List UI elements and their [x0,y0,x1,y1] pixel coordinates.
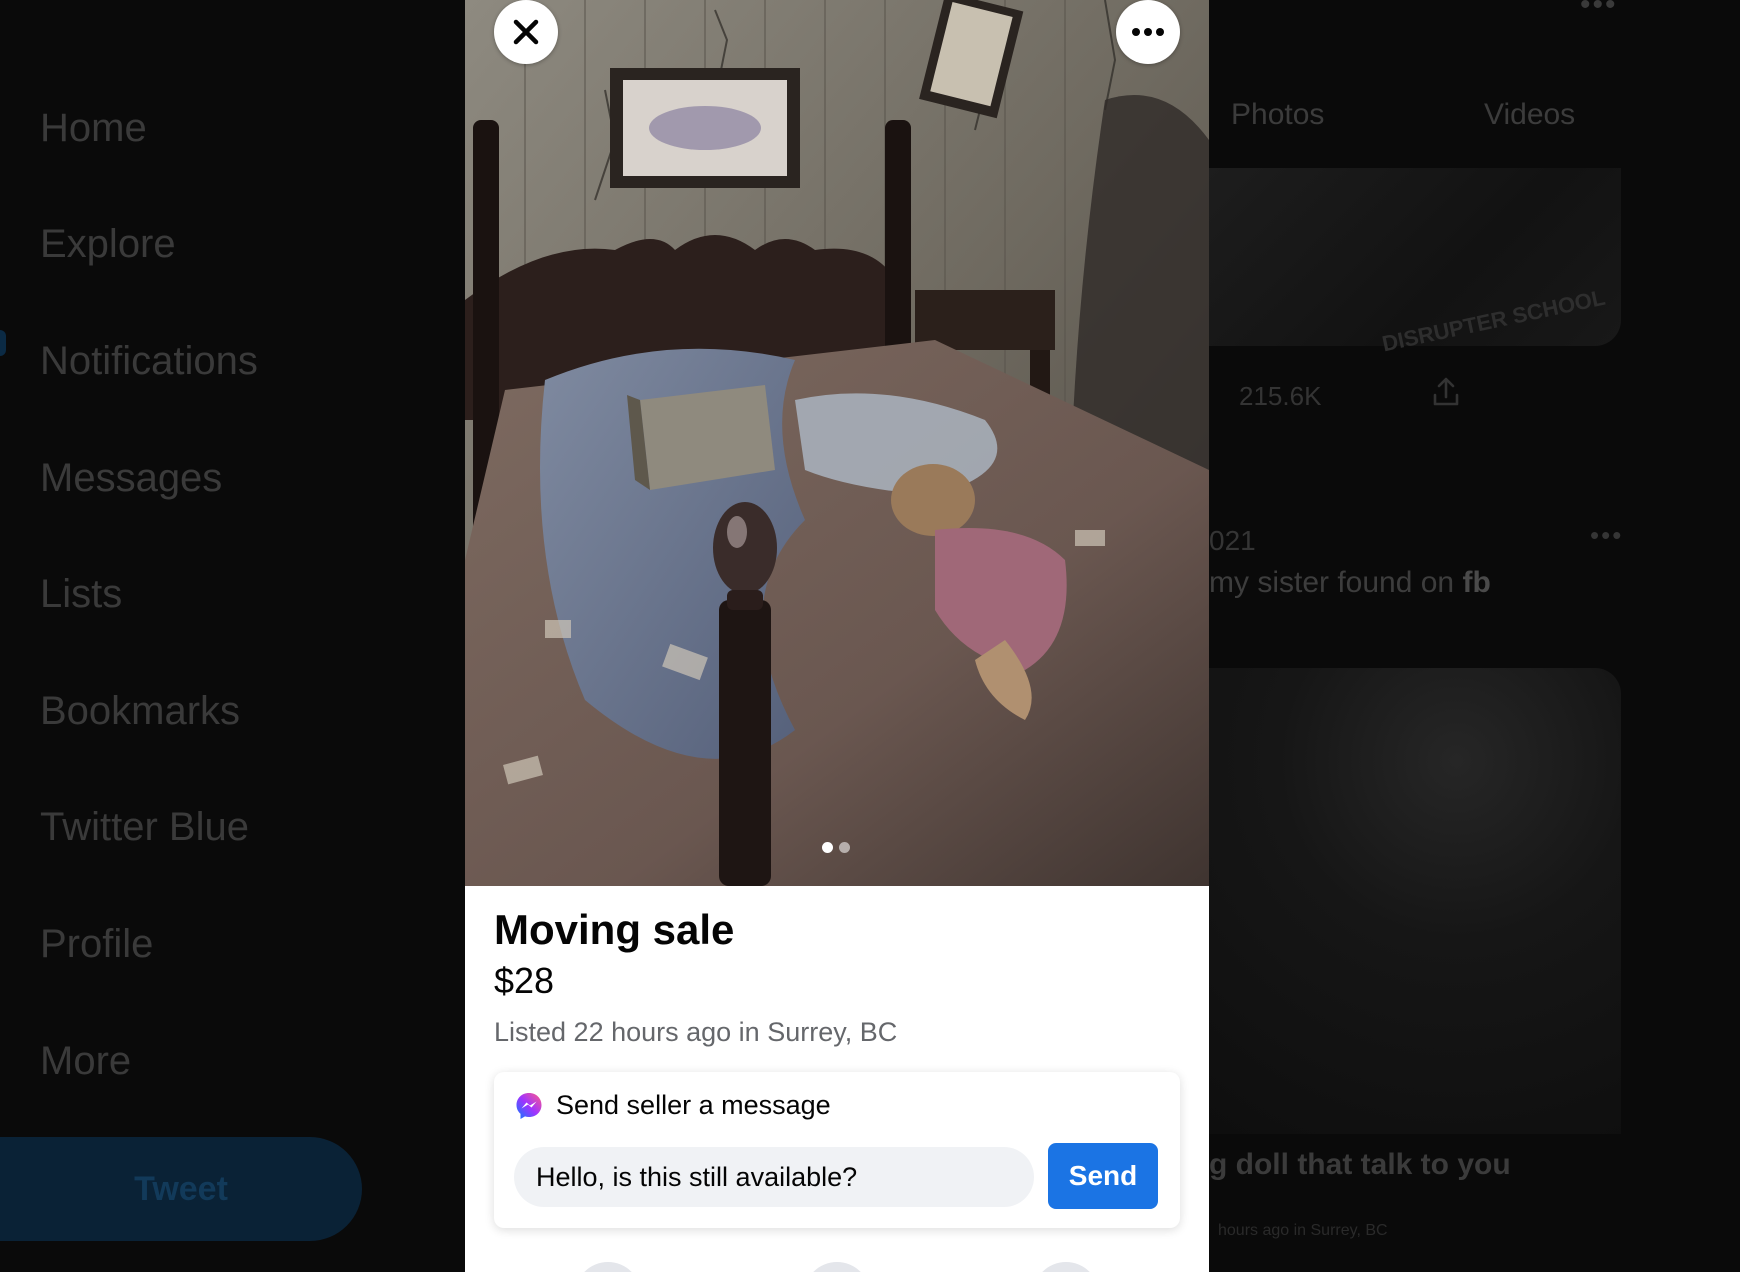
post-text-bold: fb [1462,566,1491,599]
message-heading: Send seller a message [514,1090,831,1121]
view-count: 215.6K [1239,381,1322,411]
more-options-button[interactable] [1116,0,1180,64]
close-icon [513,19,539,45]
nav-item-lists[interactable]: Lists [40,572,122,617]
messenger-icon [516,1092,542,1119]
header-more-icon[interactable]: ••• [1580,0,1618,22]
card-subtitle: hours ago in Surrey, BC [1218,1222,1388,1239]
listing-action-button[interactable] [575,1262,641,1272]
twitter-sidebar: Home Explore Notifications Messages List… [0,0,420,1272]
notification-indicator [0,330,6,356]
close-button[interactable] [494,0,558,64]
tab-videos[interactable]: Videos [1484,98,1575,132]
nav-item-messages[interactable]: Messages [40,456,222,501]
more-horizontal-icon [1132,28,1164,36]
seller-message-card: Send seller a message Hello, is this sti… [494,1072,1180,1228]
message-input[interactable]: Hello, is this still available? [514,1147,1034,1207]
media-watermark: DISRUPTER SCHOOL [1379,284,1608,357]
photo-pager [822,842,850,853]
message-heading-label: Send seller a message [556,1090,831,1120]
nav-item-home[interactable]: Home [40,106,147,151]
tweet-button[interactable]: Tweet [0,1137,362,1241]
tweet-media-thumbnail[interactable]: DISRUPTER SCHOOL [1209,168,1621,356]
nav-item-twitter-blue[interactable]: Twitter Blue [40,805,249,850]
listing-photo[interactable] [465,0,1209,886]
profile-tabs: Photos Videos [1209,92,1639,142]
nav-item-profile[interactable]: Profile [40,922,153,967]
pager-dot-active[interactable] [822,842,833,853]
pager-dot[interactable] [839,842,850,853]
post-more-icon[interactable]: ••• [1590,520,1623,551]
listing-action-button[interactable] [1033,1262,1099,1272]
listing-action-button[interactable] [804,1262,870,1272]
share-icon[interactable] [1429,375,1463,409]
listing-photo-image [465,0,1209,886]
send-button[interactable]: Send [1048,1143,1158,1209]
tab-photos[interactable]: Photos [1231,98,1324,132]
post-text-prefix: my sister found on [1209,566,1463,599]
nav-item-more[interactable]: More [40,1039,131,1084]
listing-title: Moving sale [494,906,735,953]
nav-item-explore[interactable]: Explore [40,222,176,267]
nav-item-notifications[interactable]: Notifications [40,339,258,384]
post-date: 021 [1209,525,1256,556]
post-text: my sister found on fb [1209,566,1491,600]
listing-meta: Listed 22 hours ago in Surrey, BC [494,1017,898,1047]
tweet-media-image[interactable] [1209,668,1621,1134]
tweet-stats: 215.6K [1209,375,1639,415]
listing-price: $28 [494,960,555,1001]
marketplace-listing: Moving sale $28 Listed 22 hours ago in S… [465,0,1209,1272]
card-title: g doll that talk to you [1209,1148,1511,1181]
nav-item-bookmarks[interactable]: Bookmarks [40,689,240,734]
